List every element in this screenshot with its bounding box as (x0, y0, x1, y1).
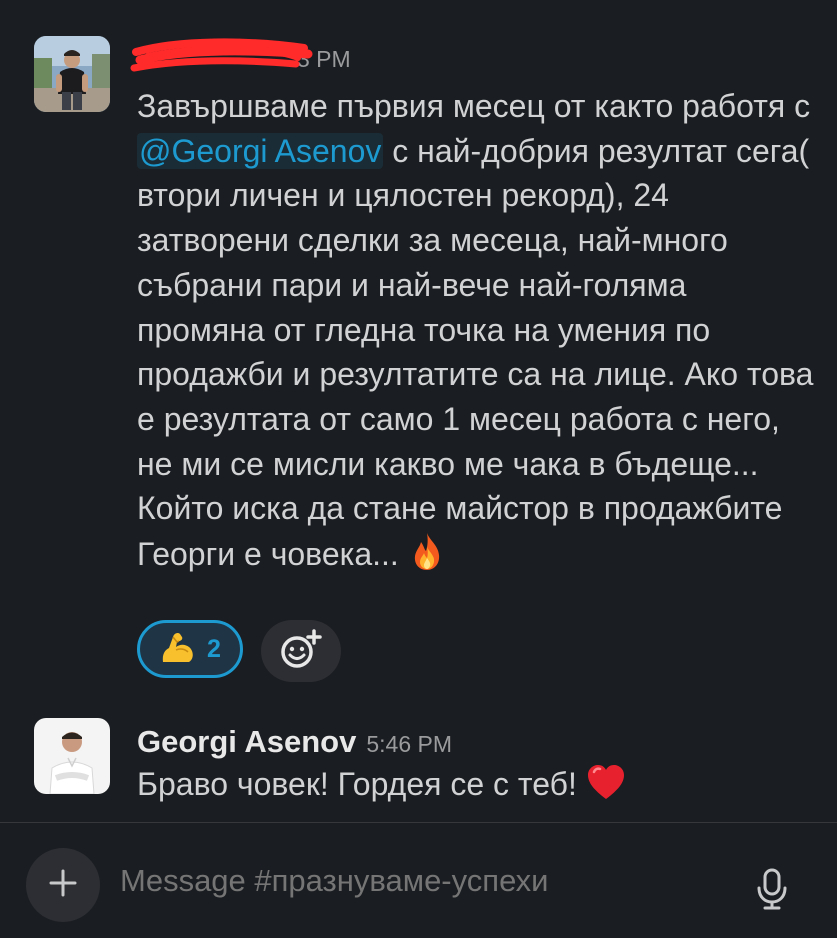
message-author[interactable]: Georgi Asenov (137, 724, 356, 760)
reaction-pill[interactable]: 2 (137, 620, 243, 678)
avatar[interactable] (34, 36, 110, 112)
user-mention[interactable]: @Georgi Asenov (137, 132, 384, 169)
add-attachment-button[interactable] (26, 848, 100, 922)
flexed-biceps-icon (159, 628, 197, 671)
message-input[interactable] (120, 863, 720, 899)
avatar-photo (34, 36, 110, 112)
reactions-bar: 2 (137, 620, 341, 682)
message-composer (0, 823, 837, 938)
add-emoji-icon (279, 628, 323, 675)
redaction-scribble (130, 38, 313, 72)
add-reaction-button[interactable] (261, 620, 341, 682)
message-header: Georgi Asenov 5:46 PM (137, 724, 452, 760)
message-text: Браво човек! Гордея се с теб! (137, 762, 817, 813)
slack-channel-screen: 3 PM Завършваме първия месец от както ра… (0, 0, 837, 938)
message-text-part: Завършваме първия месец от както работя … (137, 88, 811, 124)
voice-message-button[interactable] (752, 867, 792, 911)
microphone-icon (752, 868, 792, 915)
avatar[interactable] (34, 718, 110, 794)
fire-emoji-icon (408, 531, 446, 583)
message-text-part: с най-добрия резултат сега( втори личен … (137, 132, 814, 573)
avatar-photo (34, 718, 110, 794)
red-heart-emoji-icon (586, 763, 626, 813)
reaction-count: 2 (207, 634, 221, 663)
message-text: Завършваме първия месец от както работя … (137, 84, 817, 583)
message-text-part: Браво човек! Гордея се с теб! (137, 766, 586, 802)
plus-icon (47, 867, 79, 904)
message-timestamp[interactable]: 5:46 PM (366, 731, 452, 758)
